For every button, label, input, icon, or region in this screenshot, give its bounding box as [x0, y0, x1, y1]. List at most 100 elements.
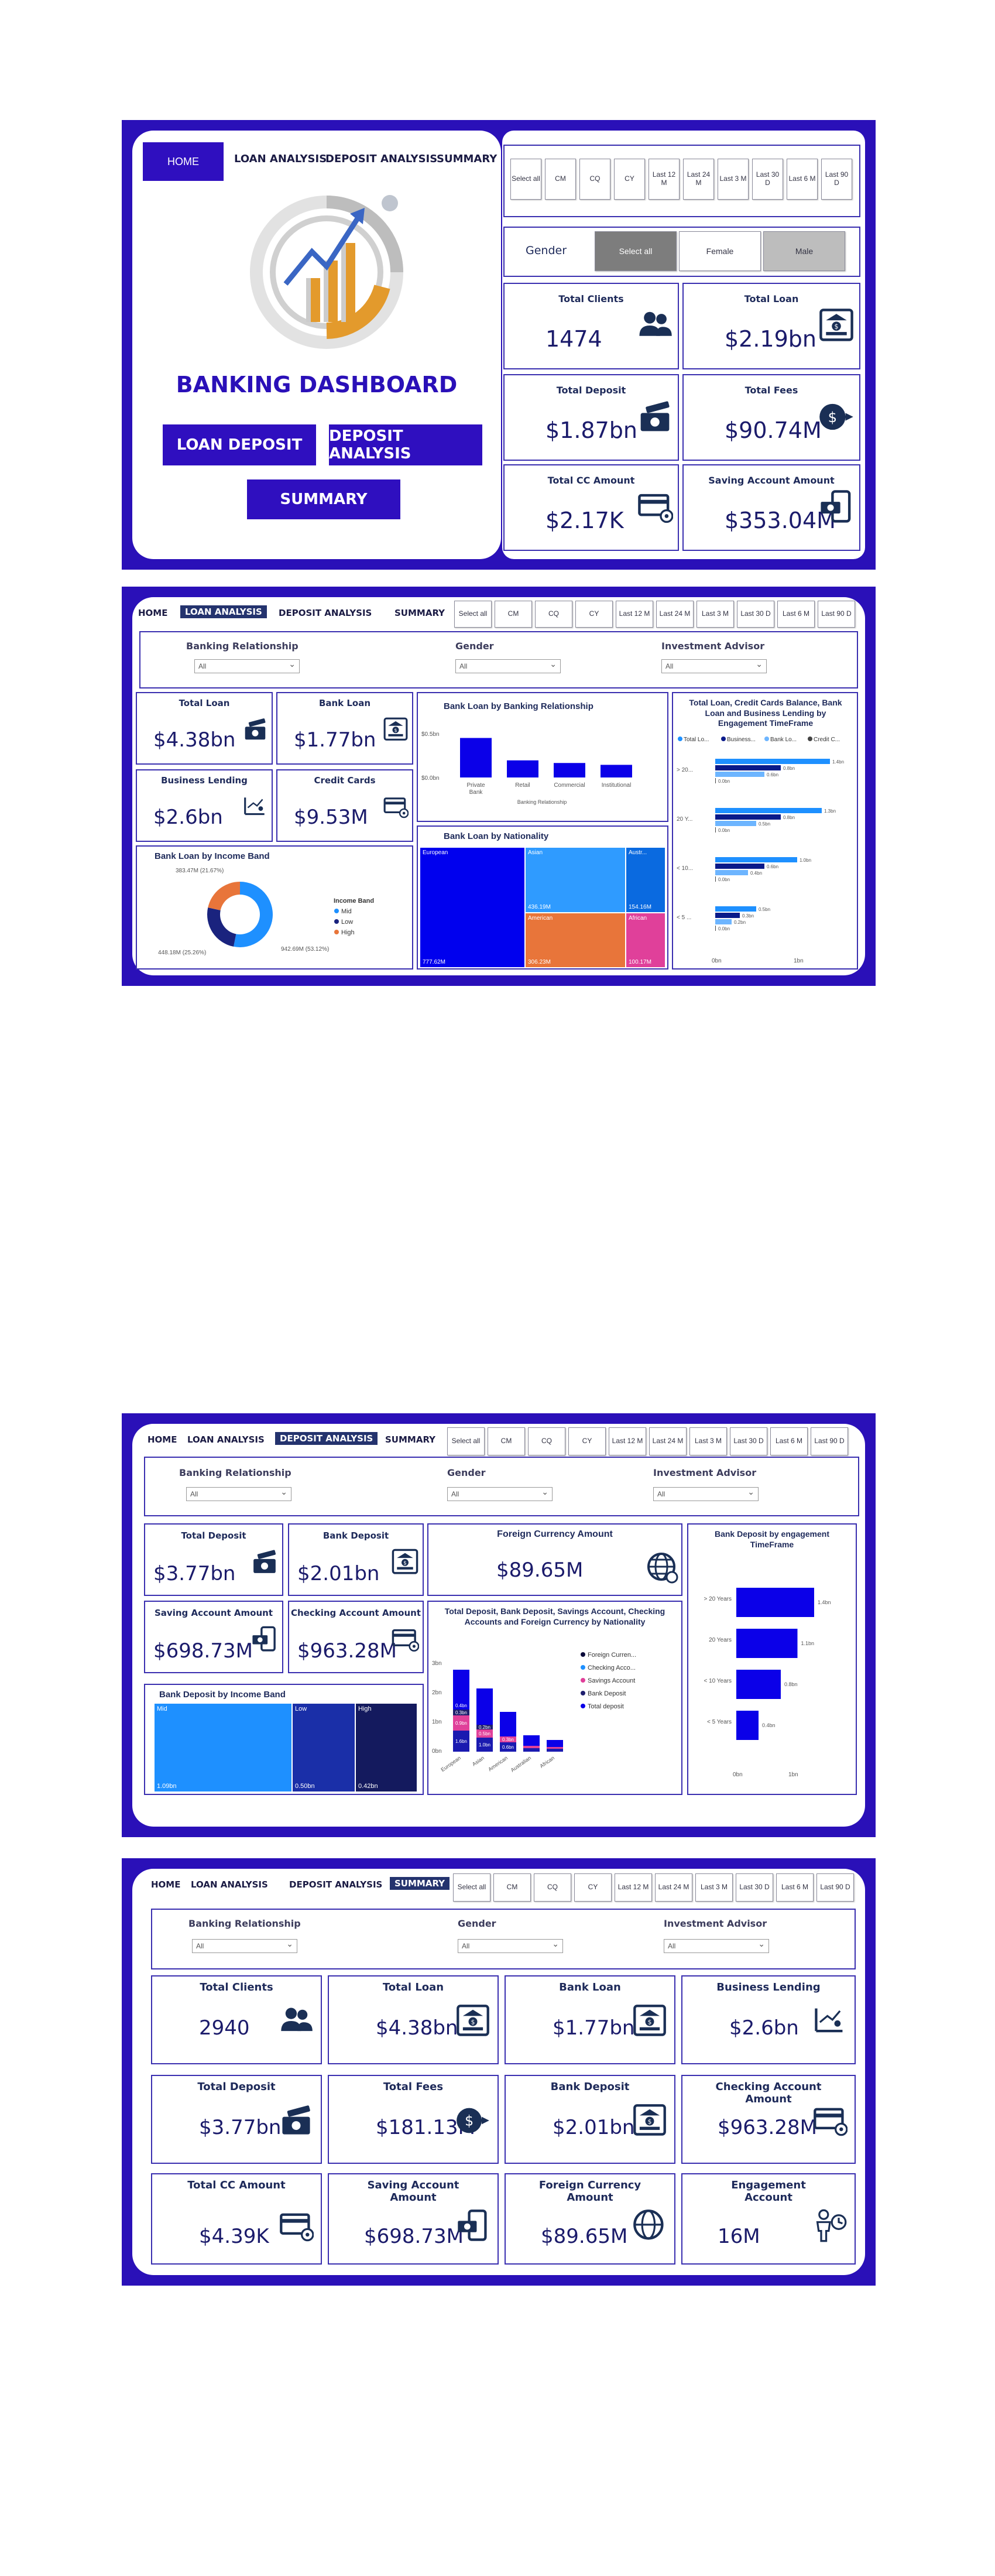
cash-icon	[242, 717, 268, 745]
time-filter-last-90-d[interactable]: Last 90 D	[821, 159, 852, 200]
time-filter-cq[interactable]: CQ	[579, 159, 610, 200]
y-tick: < 5 ...	[677, 914, 691, 921]
time-filter-last-12-m[interactable]: Last 12 M	[615, 1873, 652, 1902]
nav-loan-analysis[interactable]: LOAN ANALYSIS	[191, 1879, 268, 1890]
time-filter-last-12-m[interactable]: Last 12 M	[609, 1427, 646, 1455]
nav-home[interactable]: HOME	[147, 1434, 177, 1445]
legend-dot	[721, 737, 726, 741]
time-filter-last-12-m[interactable]: Last 12 M	[649, 159, 680, 200]
time-filter-last-90-d[interactable]: Last 90 D	[816, 1873, 854, 1902]
time-filter-last-24-m[interactable]: Last 24 M	[656, 601, 694, 628]
time-filter-select-all[interactable]: Select all	[447, 1427, 485, 1455]
time-filter-last-24-m[interactable]: Last 24 M	[655, 1873, 692, 1902]
data-label: 0.5bn	[759, 907, 770, 912]
nav-deposit-analysis-active[interactable]: DEPOSIT ANALYSIS	[275, 1432, 378, 1445]
time-filter-last-30-d[interactable]: Last 30 D	[737, 601, 774, 628]
deposit-analysis-button[interactable]: DEPOSIT ANALYSIS	[329, 424, 482, 465]
gender-female[interactable]: Female	[679, 231, 761, 271]
home-nav-button[interactable]: HOME	[143, 142, 224, 181]
time-filter-last-6-m[interactable]: Last 6 M	[770, 1427, 808, 1455]
gender-select[interactable]: All	[455, 659, 561, 673]
summary-button[interactable]: SUMMARY	[247, 479, 400, 519]
time-filter-last-30-d[interactable]: Last 30 D	[736, 1873, 773, 1902]
income-band-title: Bank Loan by Income Band	[155, 851, 270, 861]
nav-summary[interactable]: SUMMARY	[394, 608, 445, 618]
data-label: 1.1bn	[801, 1640, 815, 1646]
gender-male[interactable]: Male	[763, 231, 845, 271]
time-filter-last-12-m[interactable]: Last 12 M	[616, 601, 653, 628]
investment-advisor-select[interactable]: All	[653, 1487, 759, 1501]
x-tick: Commercial	[554, 782, 585, 789]
time-filter-last-24-m[interactable]: Last 24 M	[649, 1427, 687, 1455]
time-filter-cy[interactable]: CY	[575, 601, 613, 628]
x-tick: 1bn	[794, 958, 804, 964]
banking-relationship-select[interactable]: All	[186, 1487, 291, 1501]
stack-segment	[523, 1748, 540, 1752]
nav-deposit-analysis[interactable]: DEPOSIT ANALYSIS	[279, 608, 372, 618]
nav-deposit-analysis[interactable]: DEPOSIT ANALYSIS	[289, 1879, 382, 1890]
time-filter-cm[interactable]: CM	[545, 159, 576, 200]
gender-select[interactable]: All	[447, 1487, 553, 1501]
nav-home[interactable]: HOME	[138, 608, 167, 618]
bar	[715, 772, 764, 777]
nav-home[interactable]: HOME	[151, 1879, 180, 1890]
time-filter-cq[interactable]: CQ	[535, 601, 572, 628]
nav-loan-analysis-active[interactable]: LOAN ANALYSIS	[180, 605, 267, 618]
nav-loan-analysis[interactable]: LOAN ANALYSIS	[234, 153, 327, 165]
nav-summary[interactable]: SUMMARY	[385, 1434, 435, 1445]
kpi-card-bank-loan: Bank Loan $1.77bn $	[505, 1975, 675, 2064]
data-label: 0.0bn	[718, 828, 730, 833]
donut-annotation: 448.18M (25.26%)	[158, 950, 206, 956]
time-filter-cy[interactable]: CY	[568, 1427, 606, 1455]
nav-deposit-analysis[interactable]: DEPOSIT ANALYSIS	[325, 153, 437, 165]
tile-value: 1.09bn	[157, 1783, 177, 1790]
time-filter-last-90-d[interactable]: Last 90 D	[811, 1427, 848, 1455]
nav-summary[interactable]: SUMMARY	[437, 153, 497, 165]
savings-phone-icon	[455, 2208, 490, 2246]
data-label: 0.8bn	[784, 1681, 798, 1687]
legend-label: Business...	[727, 737, 756, 743]
kpi-value: $698.73M	[153, 1639, 253, 1663]
bar	[460, 738, 492, 777]
time-filter-select-all[interactable]: Select all	[454, 601, 492, 628]
people-icon	[279, 2003, 314, 2041]
investment-advisor-select[interactable]: All	[661, 659, 767, 673]
tile-value: 0.42bn	[358, 1783, 378, 1790]
gender-select-all[interactable]: Select all	[595, 231, 677, 271]
kpi-value: $89.65M	[541, 2225, 628, 2248]
time-filter-last-90-d[interactable]: Last 90 D	[818, 601, 855, 628]
time-filter-last-3-m[interactable]: Last 3 M	[718, 159, 749, 200]
time-filter-cm[interactable]: CM	[488, 1427, 525, 1455]
bank-icon: $	[383, 717, 409, 745]
tile-name: Asian	[528, 849, 543, 856]
y-tick: < 5 Years	[707, 1719, 732, 1725]
time-filter-cm[interactable]: CM	[493, 1873, 531, 1902]
nav-loan-analysis[interactable]: LOAN ANALYSIS	[187, 1434, 265, 1445]
time-filter-last-30-d[interactable]: Last 30 D	[752, 159, 783, 200]
time-filter-cq[interactable]: CQ	[534, 1873, 571, 1902]
time-filter-select-all[interactable]: Select all	[510, 159, 541, 200]
time-filter-last-30-d[interactable]: Last 30 D	[730, 1427, 767, 1455]
time-filter-select-all[interactable]: Select all	[453, 1873, 490, 1902]
y-tick: < 10...	[677, 865, 693, 872]
gender-select[interactable]: All	[458, 1939, 563, 1953]
time-filter-cq[interactable]: CQ	[528, 1427, 565, 1455]
time-filter-last-6-m[interactable]: Last 6 M	[777, 601, 815, 628]
time-filter-last-3-m[interactable]: Last 3 M	[696, 601, 734, 628]
time-filter-cm[interactable]: CM	[495, 601, 532, 628]
time-filter-last-6-m[interactable]: Last 6 M	[787, 159, 818, 200]
time-filter-last-6-m[interactable]: Last 6 M	[776, 1873, 814, 1902]
time-filter-last-3-m[interactable]: Last 3 M	[689, 1427, 727, 1455]
banking-relationship-select[interactable]: All	[192, 1939, 297, 1953]
bar	[715, 857, 797, 862]
nav-summary-active[interactable]: SUMMARY	[390, 1877, 450, 1890]
time-filter-last-24-m[interactable]: Last 24 M	[683, 159, 714, 200]
kpi-value: $963.28M	[718, 2116, 817, 2139]
time-filter-cy[interactable]: CY	[574, 1873, 612, 1902]
time-filter-last-3-m[interactable]: Last 3 M	[695, 1873, 733, 1902]
loan-deposit-button[interactable]: LOAN DEPOSIT	[163, 424, 316, 465]
investment-advisor-select[interactable]: All	[664, 1939, 769, 1953]
banking-relationship-select[interactable]: All	[194, 659, 300, 673]
time-filter-cy[interactable]: CY	[614, 159, 645, 200]
dollar-arrow-icon: $	[818, 399, 855, 438]
